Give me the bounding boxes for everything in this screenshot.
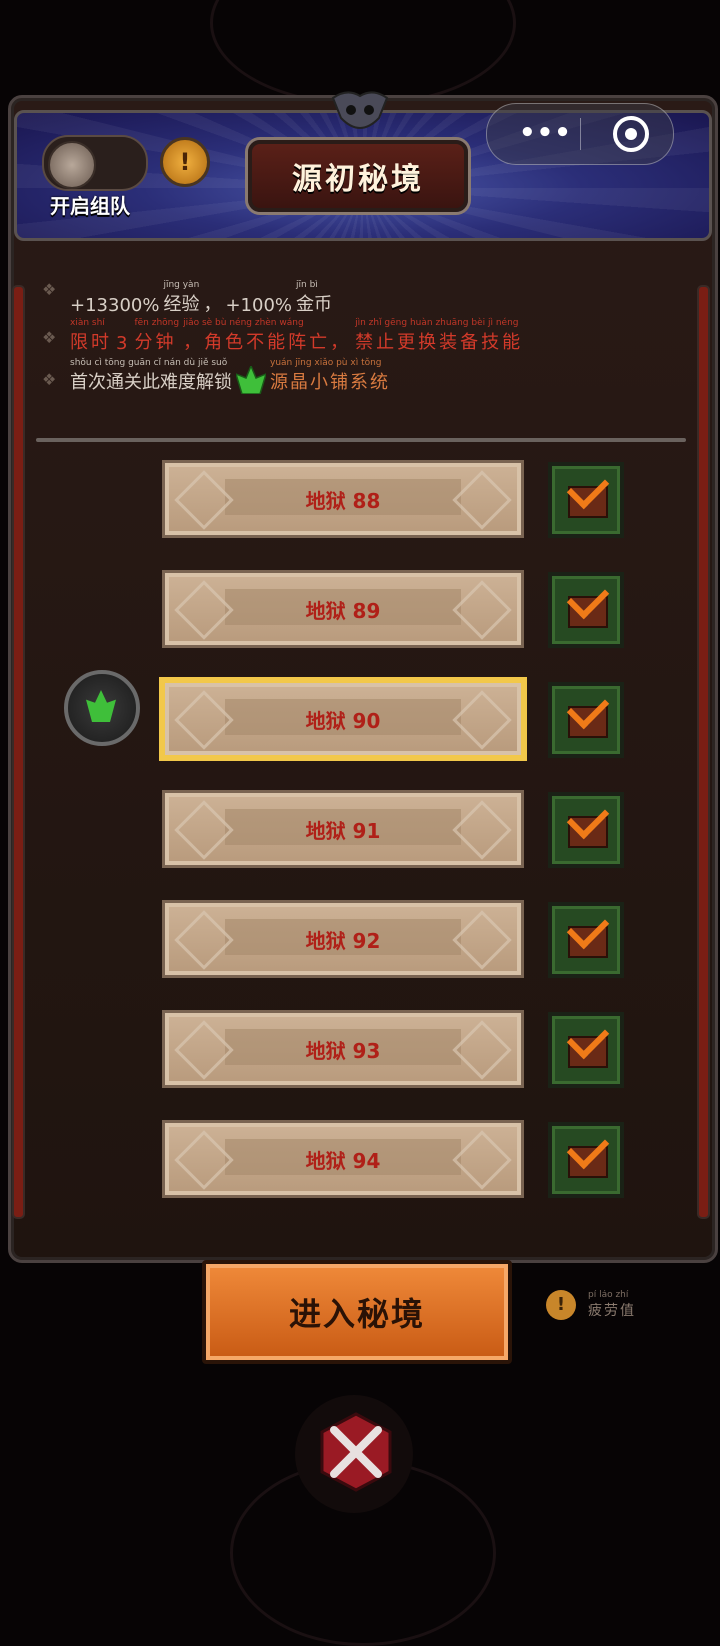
level-label: 地狱 89 <box>305 599 381 623</box>
fatigue-label: pí láo zhí 疲劳值 <box>588 1290 636 1319</box>
level-row[interactable]: 地狱 92 <box>36 900 684 980</box>
reward-chest-check[interactable] <box>548 572 624 648</box>
level-list[interactable]: 地狱 88 地狱 89 地狱 90 地狱 91 地狱 92 地狱 93 地狱 94 <box>36 445 684 1225</box>
level-plank[interactable]: 地狱 89 <box>162 570 524 648</box>
enter-dungeon-button[interactable]: 进入秘境 <box>202 1260 512 1364</box>
page-title: 源初秘境 <box>292 162 424 197</box>
level-label: 地狱 88 <box>305 489 381 513</box>
level-label: 地狱 92 <box>305 929 381 953</box>
level-plank[interactable]: 地狱 88 <box>162 460 524 538</box>
level-plank[interactable]: 地狱 93 <box>162 1010 524 1088</box>
mini-program-capsule: ••• <box>486 103 674 165</box>
info-line-rewards: +13300% jīng yàn 经验 ， +100% jīn bì 金币 <box>70 280 332 316</box>
reward-chest-check[interactable] <box>548 1122 624 1198</box>
info-icon[interactable]: ! <box>546 1290 576 1320</box>
info-line-unlock: shǒu cì tōng guān cǐ nán dù jiě suǒ 首次通关此… <box>70 358 390 394</box>
level-plank[interactable]: 地狱 92 <box>162 900 524 978</box>
level-row[interactable]: 地狱 91 <box>36 790 684 870</box>
level-row[interactable]: 地狱 88 <box>36 460 684 540</box>
bullet-icon: ❖ <box>42 370 57 389</box>
bullet-icon: ❖ <box>42 280 57 299</box>
level-label: 地狱 93 <box>305 1039 381 1063</box>
title-plate: 源初秘境 <box>248 140 468 212</box>
battle-icon[interactable] <box>316 1412 396 1492</box>
toggle-knob <box>48 141 96 189</box>
team-toggle[interactable] <box>42 135 148 191</box>
close-icon[interactable] <box>613 116 649 152</box>
level-label: 地狱 91 <box>305 819 381 843</box>
reward-chest-check[interactable] <box>548 902 624 978</box>
level-row[interactable]: 地狱 94 <box>36 1120 684 1200</box>
level-plank[interactable]: 地狱 91 <box>162 790 524 868</box>
reward-chest-check[interactable] <box>548 462 624 538</box>
level-plank[interactable]: 地狱 94 <box>162 1120 524 1198</box>
reward-chest-check[interactable] <box>548 792 624 868</box>
level-label: 地狱 90 <box>305 709 381 733</box>
divider <box>36 438 686 442</box>
reward-chest-check[interactable] <box>548 682 624 758</box>
team-toggle-label: 开启组队 <box>50 194 130 218</box>
left-rail <box>12 285 25 1219</box>
crystal-icon <box>86 690 116 722</box>
level-row[interactable]: 地狱 89 <box>36 570 684 650</box>
current-level-marker <box>64 670 140 746</box>
level-plank[interactable]: 地狱 90 <box>162 680 524 758</box>
skull-icon <box>331 91 389 129</box>
more-icon[interactable]: ••• <box>519 118 572 148</box>
bullet-icon: ❖ <box>42 328 57 347</box>
reward-chest-check[interactable] <box>548 1012 624 1088</box>
crystal-icon <box>236 366 266 394</box>
right-rail <box>697 285 710 1219</box>
info-line-rules: xiàn shí 限时 3 fēn zhōng 分钟 jiǎo sè bù néng… <box>70 318 524 354</box>
level-row[interactable]: 地狱 93 <box>36 1010 684 1090</box>
info-icon[interactable]: ! <box>160 137 210 187</box>
level-label: 地狱 94 <box>305 1149 381 1173</box>
